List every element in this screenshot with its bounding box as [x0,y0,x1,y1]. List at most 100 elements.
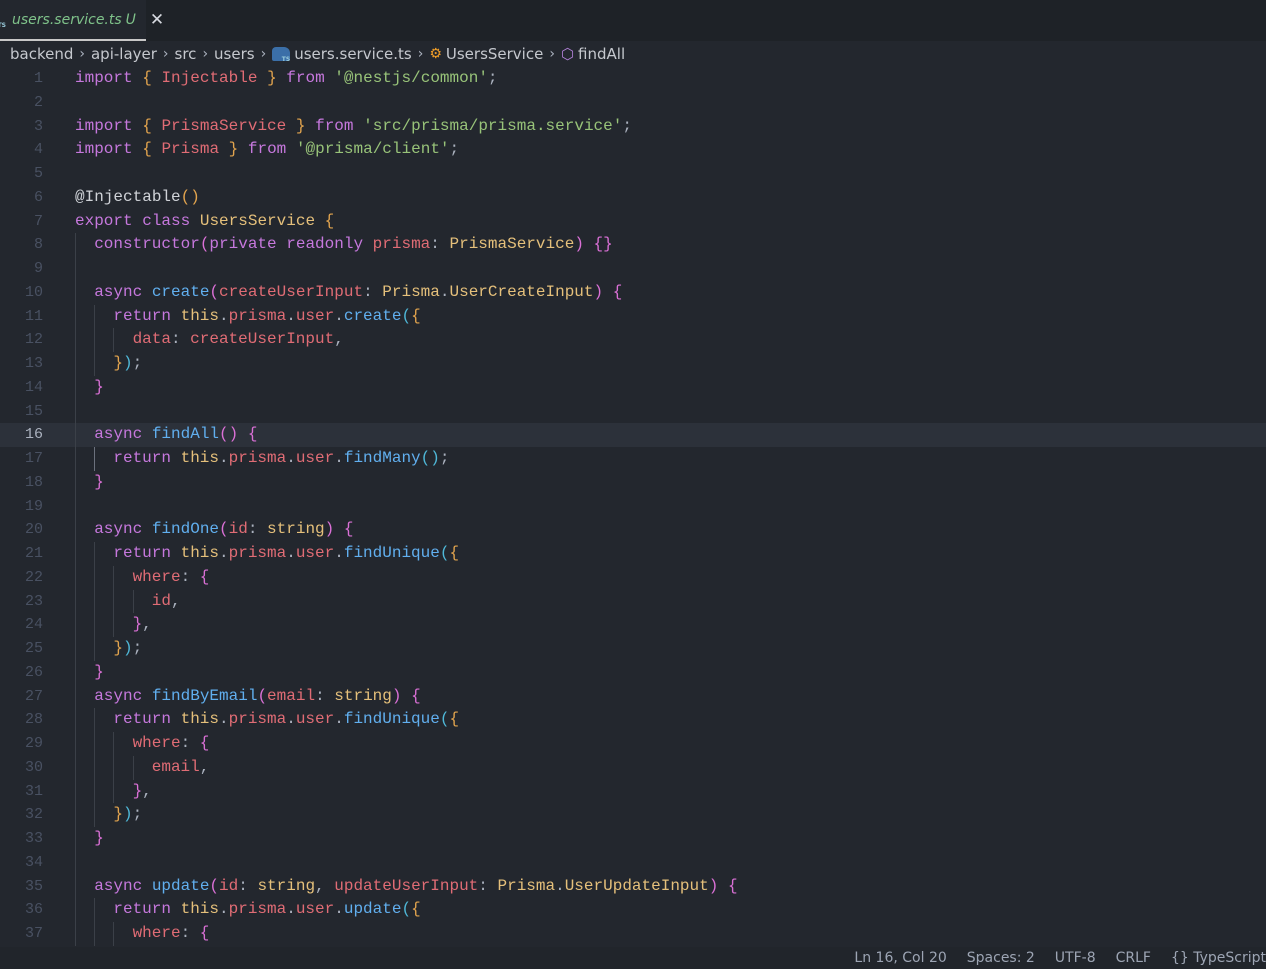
line-number: 7 [33,212,43,230]
code-token: string [257,876,316,895]
code-content: id, [75,589,181,614]
line-ending[interactable]: CRLF [1116,950,1151,966]
code-line[interactable]: 7 export class UsersService { [0,210,1266,234]
code-line[interactable]: 24}, [0,613,1266,637]
code-line[interactable]: 1 import { Injectable } from '@nestjs/com… [0,67,1266,91]
code-line[interactable]: 10 async create(createUserInput: Prisma.U… [0,280,1266,305]
line-number: 25 [24,640,43,657]
breadcrumb-backend[interactable]: backend [10,45,73,63]
code-line[interactable]: 25}); [0,637,1266,661]
code-token: { [142,140,152,159]
line-number: 35 [24,877,43,895]
code-line[interactable]: 23 id, [0,589,1266,614]
code-line[interactable]: 3 import { PrismaService } from 'src/pris… [0,115,1266,139]
code-line[interactable]: 28 return this.prisma.user.findUnique({ [0,708,1266,732]
code-token: data [132,330,171,349]
code-line[interactable]: 16 async findAll() { [0,423,1266,447]
code-line[interactable]: 35 async update(id: string, updateUserInp… [0,874,1266,899]
indent-guide [75,470,94,495]
code-line[interactable]: 9 [0,257,1266,281]
line-number: 30 [24,758,43,776]
indent-guide [94,304,113,329]
code-line[interactable]: 26} [0,660,1266,685]
code-token: prisma [228,544,287,562]
code-token: : [315,686,335,705]
code-token: class [142,211,191,230]
typescript-file-icon [272,47,291,63]
code-token: export [75,211,133,230]
code-line[interactable]: 29 where: { [0,732,1266,756]
code-line[interactable]: 34 [0,850,1266,875]
breadcrumb-src[interactable]: src [175,45,197,63]
class-symbol-icon: ⚙ [429,46,442,62]
breadcrumb-api-layer[interactable]: api-layer [91,45,157,63]
code-token: async [94,282,143,301]
code-token: where [132,734,181,752]
indent-guide [94,352,113,376]
code-token: : [238,876,258,895]
breadcrumb-class[interactable]: UsersService [446,45,543,63]
code-line[interactable]: 4 import { Prisma } from '@prisma/client'… [0,138,1266,162]
code-line[interactable]: 30 email, [0,755,1266,780]
code-line[interactable]: 17 return this.prisma.user.findMany(); [0,447,1266,471]
code-line[interactable]: 15 [0,399,1266,424]
code-line[interactable]: 31}, [0,779,1266,804]
code-line[interactable]: 21 return this.prisma.user.findUnique({ [0,542,1266,566]
code-line[interactable]: 27 async findByEmail(email: string) { [0,684,1266,709]
code-line[interactable]: 13}); [0,352,1266,376]
code-token: , [199,757,210,776]
code-line[interactable]: 2 [0,91,1266,115]
code-line[interactable]: 12 data: createUserInput, [0,328,1266,352]
encoding[interactable]: UTF-8 [1055,950,1096,966]
line-number: 1 [33,70,43,87]
indent-guide [113,922,132,946]
breadcrumb-method[interactable]: findAll [578,45,625,63]
code-editor[interactable]: 1 import { Injectable } from '@nestjs/com… [0,67,1266,946]
code-content [75,494,94,519]
code-token: { [247,425,258,444]
code-token: prisma [228,306,287,325]
code-line[interactable]: 33} [0,827,1266,851]
code-content: import { PrismaService } from 'src/prism… [75,115,632,139]
code-content: where: { [75,565,209,590]
line-number: 37 [24,925,43,942]
code-token: () [420,449,440,467]
line-number: 17 [24,450,43,467]
code-line[interactable]: 5 [0,162,1266,186]
code-line[interactable]: 11 return this.prisma.user.create({ [0,304,1266,329]
language-mode[interactable]: {} TypeScript [1171,950,1266,966]
indentation[interactable]: Spaces: 2 [967,950,1035,966]
code-content: }); [75,803,142,827]
code-token: , [315,876,335,895]
line-number: 2 [33,93,43,111]
code-line[interactable]: 19 [0,494,1266,519]
code-line[interactable]: 14} [0,375,1266,400]
line-number: 24 [24,616,43,634]
code-line[interactable]: 22 where: { [0,565,1266,590]
code-token: return [113,710,171,729]
code-token: { [142,116,152,135]
code-token: findMany [343,449,421,467]
tab-users-service[interactable]: users.service.ts U ✕ [0,0,164,41]
indent-guide [75,589,94,614]
breadcrumb-users[interactable]: users [214,45,255,63]
line-number: 14 [24,378,43,396]
cursor-position[interactable]: Ln 16, Col 20 [854,950,946,966]
code-line[interactable]: 18} [0,470,1266,495]
code-line[interactable]: 8 constructor(private readonly prisma: Pr… [0,233,1266,257]
code-line[interactable]: 37 where: { [0,922,1266,946]
code-line[interactable]: 20 async findOne(id: string) { [0,518,1266,542]
code-line[interactable]: 36 return this.prisma.user.update({ [0,898,1266,922]
line-number: 16 [24,426,43,444]
code-content: return this.prisma.user.findUnique({ [75,708,459,732]
code-line[interactable]: 32}); [0,803,1266,827]
breadcrumb-file[interactable]: users.service.ts [294,45,412,63]
code-content: return this.prisma.user.update({ [75,898,421,922]
close-icon[interactable]: ✕ [150,10,164,30]
code-token: { [411,306,421,325]
code-line[interactable]: 6 @Injectable() [0,186,1266,210]
